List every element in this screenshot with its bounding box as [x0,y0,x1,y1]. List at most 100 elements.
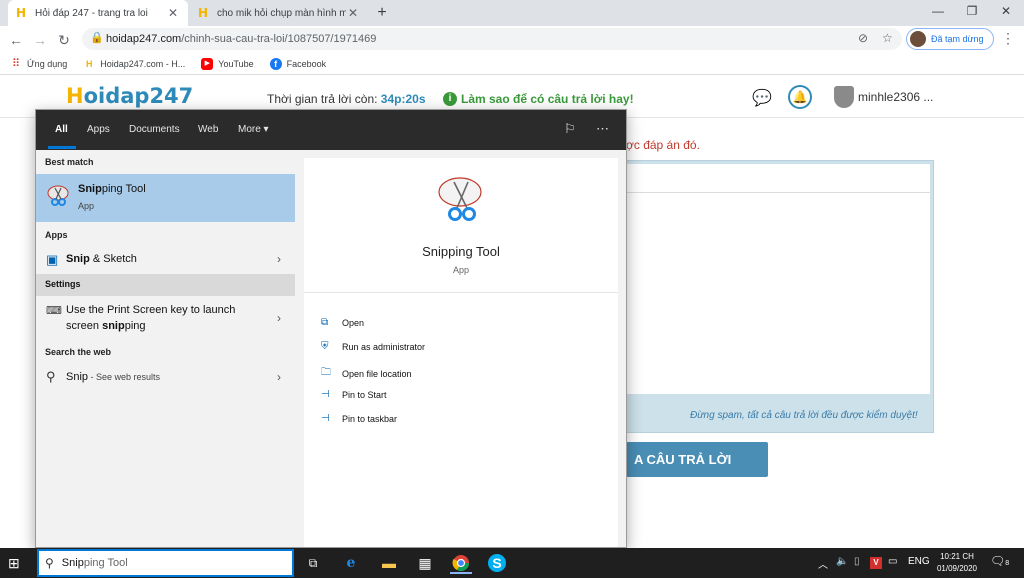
close-tab-icon[interactable]: ✕ [166,6,180,20]
windows-taskbar: ⊞ ⚲ Snipping Tool ⧉ e ▬ ▦ S ︿ 🔈 ▯ V ▭ EN… [0,548,1024,578]
result-preview: Snipping Tool App ⧉ Open ⛨ Run as administ… [304,158,618,547]
search-results: Best match Snipping Tool App Apps ▣ Snip… [36,150,295,547]
search-web-title: Search the web [45,347,112,357]
minimize-button[interactable]: — [922,0,954,24]
search-icon: ⚲ [46,369,56,384]
warning-text: ợc đáp án đó. [626,138,700,152]
open-icon: ⧉ [321,317,329,328]
network-icon[interactable]: ▯ [854,556,860,567]
restore-button[interactable]: ❐ [956,0,988,24]
preview-app-name: Snipping Tool [422,244,500,259]
store-icon[interactable]: ▦ [414,552,436,574]
clock[interactable]: 10:21 CH 01/09/2020 [934,551,980,575]
answer-editor[interactable] [626,164,930,394]
tab-cho-mik-hoi[interactable]: H cho mik hỏi chụp màn hình máy ✕ [190,0,368,26]
antivirus-icon[interactable]: V [870,557,882,569]
shield-icon: ⛨ [321,341,329,352]
settings-header: Settings [36,274,295,296]
browser-tabstrip: H Hỏi đáp 247 - trang tra loi ✕ H cho mi… [0,0,1024,26]
tab-more[interactable]: More ▾ [238,124,269,135]
feedback-icon[interactable]: ⚐ [564,121,576,137]
search-icon: ⚲ [45,556,54,570]
facebook-icon: f [269,57,282,70]
close-window-button[interactable]: ✕ [990,0,1022,24]
preview-app-type: App [452,265,469,275]
tab-all[interactable]: All [55,124,68,135]
hoidap-favicon: H [198,6,209,20]
browser-toolbar: ← → ↻ 🔒 hoidap247.com/chinh-sua-cau-tra-… [0,26,1024,53]
profile-button[interactable]: Đã tạm dừng [906,28,994,50]
tab-apps[interactable]: Apps [87,124,110,135]
windows-search-panel: All Apps Documents Web More ▾ ⚐ ⋯ Best m… [35,109,627,548]
snip-sketch-icon: ▣ [46,252,59,267]
bookmarks-bar: ⠿ Ứng dụng H Hoidap247.com - H... ▶ YouT… [0,53,1024,75]
chat-icon[interactable]: 💬 [752,88,772,108]
username[interactable]: minhle2306 ... [858,90,933,104]
submit-answer-button[interactable]: A CÂU TRẢ LỜI [626,442,768,477]
hoidap-favicon: H [16,6,27,20]
forward-button[interactable]: → [30,30,50,50]
taskbar-search-input[interactable]: ⚲ Snipping Tool [37,549,294,577]
spam-note: Đừng spam, tất cả câu trả lời đều được k… [690,410,918,421]
tab-documents[interactable]: Documents [129,124,180,135]
bookmark-facebook[interactable]: f Facebook [269,57,326,70]
snipping-tool-icon [47,185,69,206]
tab-web[interactable]: Web [198,124,218,135]
tab-hoidap-trang-tra-loi[interactable]: H Hỏi đáp 247 - trang tra loi ✕ [8,0,188,26]
windows-start-icon[interactable]: ⊞ [8,555,20,572]
new-tab-button[interactable]: + [372,3,392,23]
address-bar[interactable]: 🔒 hoidap247.com/chinh-sua-cau-tra-loi/10… [82,28,902,50]
result-print-screen-setting[interactable]: ⌨ Use the Print Screen key to launch scr… [36,300,295,338]
browser-menu-icon[interactable]: ⋮ [1000,30,1016,47]
chevron-right-icon[interactable]: › [277,252,281,266]
apps-grid-icon: ⠿ [11,57,21,70]
result-snipping-tool[interactable]: Snipping Tool App [36,174,295,222]
back-button[interactable]: ← [6,30,26,50]
action-open-file-location[interactable]: 🗀 Open file location [321,365,412,382]
close-tab-icon[interactable]: ✕ [346,6,360,20]
action-pin-to-start[interactable]: ⊣ Pin to Start [321,389,387,400]
file-explorer-icon[interactable]: ▬ [378,552,400,574]
hoidap-logo[interactable]: Hoidap247 [66,84,193,108]
result-name: Snip & Sketch [66,253,137,265]
youtube-icon: ▶ [201,57,214,70]
best-match-title: Best match [45,157,94,167]
action-open[interactable]: ⧉ Open [321,317,364,328]
action-run-as-admin[interactable]: ⛨ Run as administrator [321,341,425,352]
more-options-icon[interactable]: ⋯ [596,121,609,137]
reload-button[interactable]: ↻ [54,30,74,50]
url-text: hoidap247.com/chinh-sua-cau-tra-loi/1087… [106,33,377,45]
volume-icon[interactable]: 🔈 [836,556,848,567]
bell-icon[interactable]: 🔔 [788,85,812,109]
chevron-right-icon[interactable]: › [277,311,281,325]
bookmark-hoidap[interactable]: H Hoidap247.com - H... [83,58,185,70]
hoidap-favicon: H [85,58,93,69]
result-name: Snipping Tool [78,183,146,195]
snipping-tool-icon [438,177,482,221]
bookmark-apps[interactable]: ⠿ Ứng dụng [10,58,67,70]
result-type: App [78,201,95,211]
skype-icon[interactable]: S [488,554,506,572]
profile-status: Đã tạm dừng [931,34,984,44]
task-view-icon[interactable]: ⧉ [302,552,324,574]
eye-slash-icon[interactable]: ⊘ [858,31,868,45]
language-indicator[interactable]: ENG [908,556,930,567]
chevron-right-icon[interactable]: › [277,370,281,384]
tip-link[interactable]: i Làm sao để có câu trả lời hay! [443,92,634,106]
pin-icon: ⊣ [321,389,330,400]
notification-center-icon[interactable]: 🗨8 [990,554,1009,568]
result-web-snip[interactable]: ⚲ Snip - See web results › [36,365,295,389]
result-snip-sketch[interactable]: ▣ Snip & Sketch › [36,247,295,271]
bookmark-youtube[interactable]: ▶ YouTube [201,57,254,70]
display-icon[interactable]: ▭ [888,556,897,567]
user-avatar[interactable] [834,86,854,108]
info-icon: i [443,92,457,106]
answer-timer: Thời gian trả lời còn: 34p:20s [267,92,426,106]
star-bookmark-icon[interactable]: ☆ [882,31,893,45]
search-filter-tabs: All Apps Documents Web More ▾ ⚐ ⋯ [36,110,626,150]
apps-title: Apps [45,230,68,240]
action-pin-to-taskbar[interactable]: ⊣ Pin to taskbar [321,413,397,424]
chevron-up-icon[interactable]: ︿ [818,556,828,571]
chrome-icon[interactable] [450,552,472,574]
edge-icon[interactable]: e [340,552,362,574]
